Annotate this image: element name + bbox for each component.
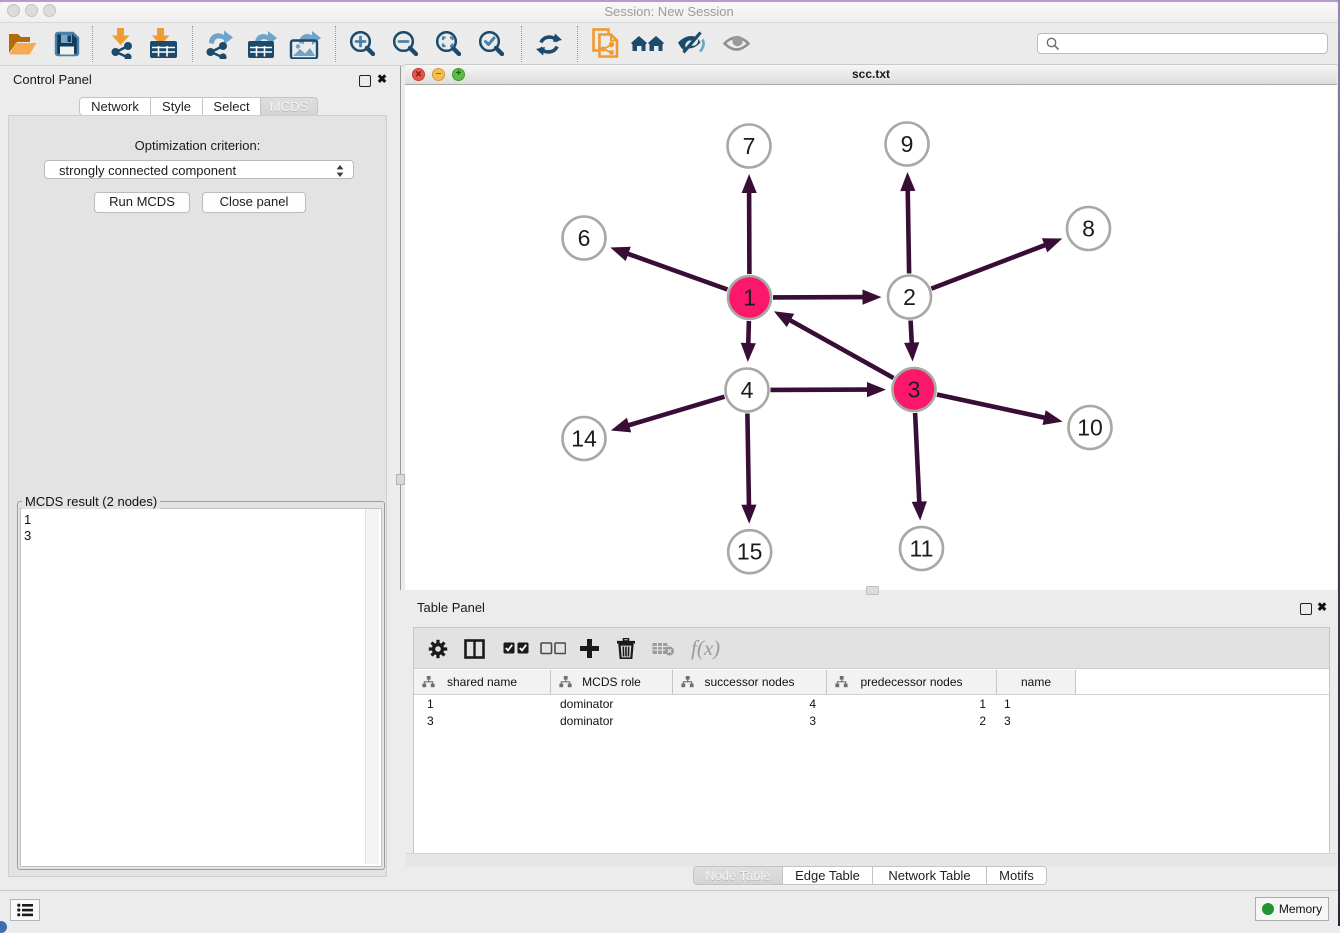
svg-text:11: 11 bbox=[910, 536, 934, 562]
svg-text:14: 14 bbox=[571, 426, 597, 452]
svg-text:3: 3 bbox=[908, 377, 921, 403]
svg-text:1: 1 bbox=[743, 285, 756, 311]
svg-text:9: 9 bbox=[901, 131, 914, 157]
svg-text:6: 6 bbox=[578, 225, 591, 251]
svg-text:10: 10 bbox=[1077, 415, 1103, 441]
svg-text:8: 8 bbox=[1082, 216, 1095, 242]
svg-text:15: 15 bbox=[737, 539, 763, 565]
svg-text:4: 4 bbox=[741, 377, 754, 403]
svg-text:7: 7 bbox=[743, 133, 756, 159]
svg-text:2: 2 bbox=[903, 284, 916, 310]
